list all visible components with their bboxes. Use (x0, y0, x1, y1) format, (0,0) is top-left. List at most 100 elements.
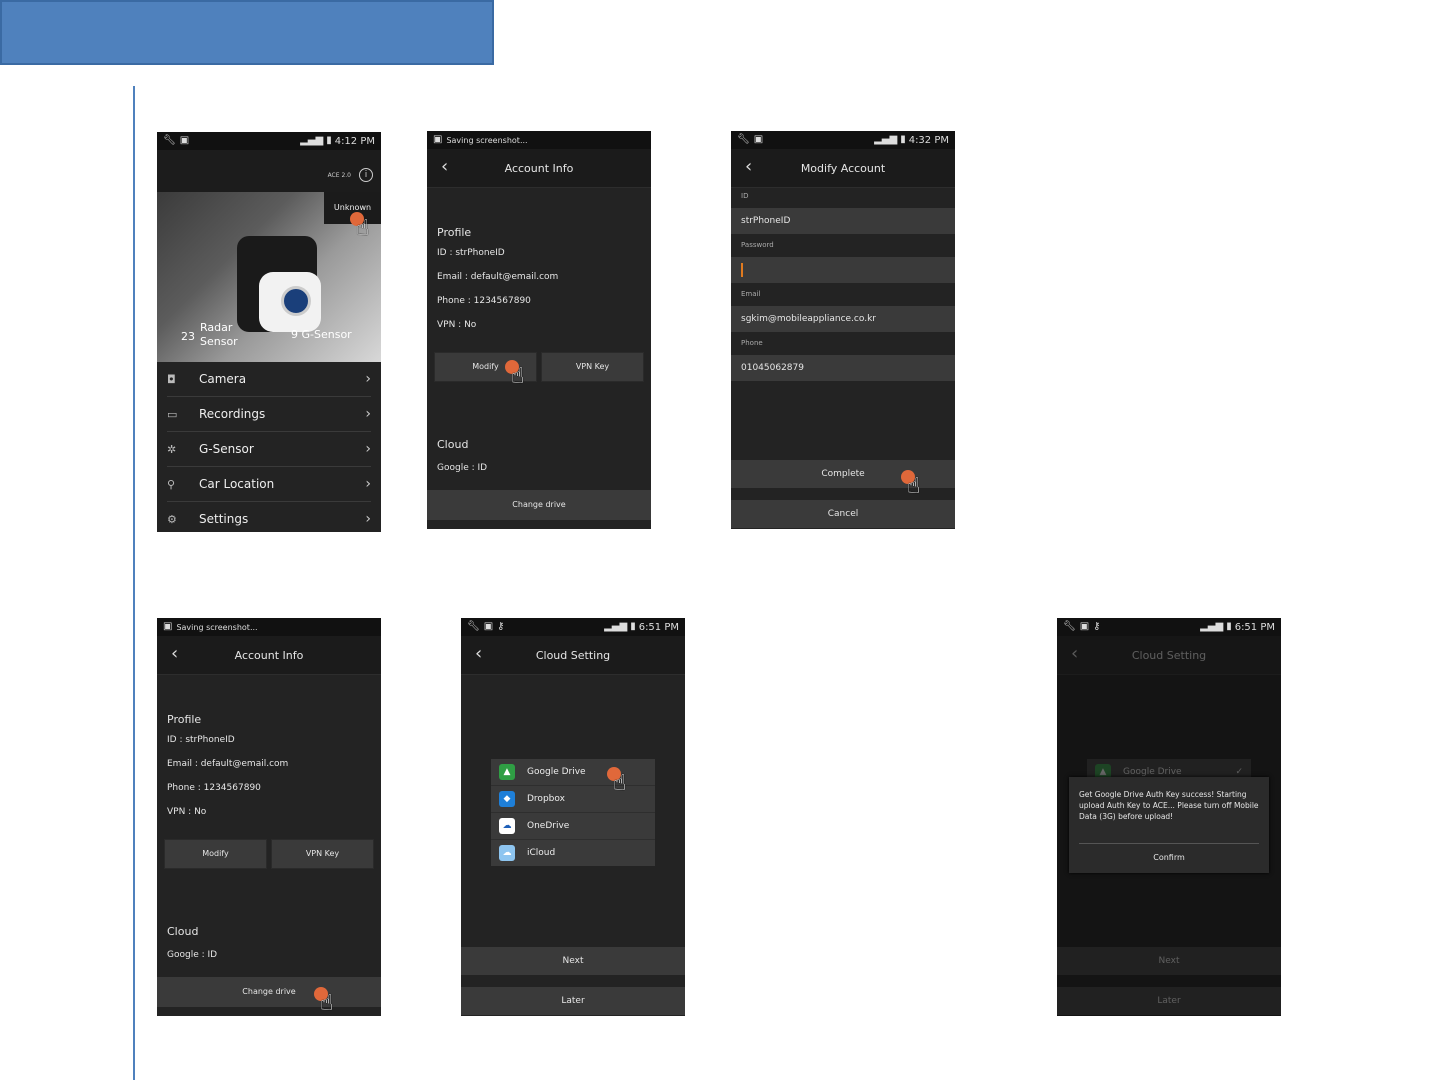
change-drive-button[interactable]: Change drive (157, 977, 381, 1007)
account-content: Profile ID : strPhoneID Email : default@… (427, 188, 651, 529)
dashcam-hero-image: Unknown 23 Radar Sensor 9 G-Sensor ☝ (157, 192, 381, 362)
vertical-rule (133, 86, 135, 1080)
cloud-heading: Cloud (167, 925, 199, 938)
phone-home-screen: 🔧︎ ▣ ▂▄▆ ▮ 4:12 PM ACE 2.0 i Unknown 23 Rad… (157, 132, 381, 532)
email-field[interactable]: sgkim@mobileappliance.co.kr (731, 306, 955, 332)
chevron-right-icon: › (365, 406, 371, 422)
onedrive-icon: ☁ (499, 818, 515, 834)
status-bar: 🔧︎ ▣ ⚷ ▂▄▆ ▮ 6:51 PM (461, 618, 685, 636)
cloud-option-label: Google Drive (1123, 767, 1182, 777)
back-arrow-icon[interactable]: ‹ (745, 158, 752, 176)
cloud-option-label: OneDrive (527, 821, 570, 831)
back-arrow-icon[interactable]: ‹ (475, 645, 482, 663)
image-icon: ▣ (483, 621, 494, 632)
next-button[interactable]: Next (461, 947, 685, 975)
cloud-google: Google : ID (167, 950, 218, 960)
menu-item-gsensor[interactable]: ✲ G-Sensor › (167, 432, 371, 467)
id-label: ID (741, 192, 749, 200)
cloud-content: ▲ Google Drive ✓ Get Google Drive Auth Key… (1057, 675, 1281, 1016)
check-icon: ✓ (1235, 767, 1243, 777)
phone-cloud-setting: 🔧︎ ▣ ⚷ ▂▄▆ ▮ 6:51 PM ‹ Cloud Setting ▲ Google… (461, 618, 685, 1016)
recordings-icon: ▭ (167, 407, 178, 421)
menu-item-car-location[interactable]: ⚲ Car Location › (167, 467, 371, 502)
profile-phone: Phone : 1234567890 (167, 783, 261, 793)
radar-label: Radar Sensor (200, 321, 238, 348)
signal-icon: ▂▄▆ (300, 135, 324, 146)
tap-indicator-icon: ☝ (505, 360, 531, 390)
camera-icon: ◘ (167, 372, 176, 386)
key-icon: ⚷ (1093, 621, 1101, 632)
cloud-option-label: Dropbox (527, 794, 565, 804)
cancel-button[interactable]: Cancel (731, 500, 955, 528)
battery-icon: ▮ (900, 134, 906, 145)
modify-button[interactable]: Modify (164, 839, 267, 869)
tap-indicator-icon: ☝ (350, 212, 376, 242)
key-icon: ⚷ (497, 621, 505, 632)
password-field[interactable] (731, 257, 955, 283)
password-label: Password (741, 241, 774, 249)
later-button[interactable]: Later (461, 987, 685, 1015)
google-drive-icon: ▲ (499, 764, 515, 780)
status-text: Saving screenshot... (176, 622, 258, 632)
back-arrow-icon[interactable]: ‹ (171, 645, 178, 663)
status-text: Saving screenshot... (446, 135, 528, 145)
menu-item-recordings[interactable]: ▭ Recordings › (167, 397, 371, 432)
status-bar: ▣ Saving screenshot... (157, 618, 381, 636)
wrench-icon: 🔧︎ (737, 134, 750, 145)
profile-vpn: VPN : No (167, 807, 207, 817)
signal-icon: ▂▄▆ (604, 621, 628, 632)
phone-modify-account: 🔧︎ ▣ ▂▄▆ ▮ 4:32 PM ‹ Modify Account ID strP… (731, 131, 955, 529)
menu-item-settings[interactable]: ⚙ Settings › (167, 502, 371, 532)
dialog-message: Get Google Drive Auth Key success! Start… (1079, 790, 1259, 821)
title-bar: ‹ Cloud Setting (1057, 636, 1281, 675)
back-arrow-icon[interactable]: ‹ (441, 158, 448, 176)
profile-id: ID : strPhoneID (167, 735, 235, 745)
wrench-icon: 🔧︎ (467, 621, 480, 632)
phone-field[interactable]: 01045062879 (731, 355, 955, 381)
next-button: Next (1057, 947, 1281, 975)
back-arrow-icon: ‹ (1071, 643, 1079, 664)
confirm-button[interactable]: Confirm (1069, 853, 1269, 862)
email-label: Email (741, 290, 761, 298)
vpn-key-button[interactable]: VPN Key (271, 839, 374, 869)
image-icon: ▣ (179, 135, 190, 146)
cloud-option-label: Google Drive (527, 767, 586, 777)
chevron-right-icon: › (365, 511, 371, 527)
icloud-icon: ☁ (499, 845, 515, 861)
title-bar: ‹ Account Info (427, 149, 651, 188)
title-bar: ‹ Cloud Setting (461, 636, 685, 675)
phone-cloud-setting-dialog: 🔧︎ ▣ ⚷ ▂▄▆ ▮ 6:51 PM ‹ Cloud Setting ▲ Google… (1057, 618, 1281, 1016)
dashcam-lens (281, 286, 311, 316)
info-icon[interactable]: i (359, 168, 373, 182)
chevron-right-icon: › (365, 371, 371, 387)
cloud-heading: Cloud (437, 438, 469, 451)
dialog-divider (1079, 843, 1259, 844)
status-bar: ▣ Saving screenshot... (427, 131, 651, 149)
status-time: 4:32 PM (908, 134, 949, 146)
image-icon: ▣ (1079, 621, 1090, 632)
cloud-option-label: iCloud (527, 848, 556, 858)
home-menu: ◘ Camera › ▭ Recordings › ✲ G-Sensor › ⚲ Car Lo… (157, 362, 381, 532)
battery-icon: ▮ (630, 621, 636, 632)
cloud-content: ▲ Google Drive ◆ Dropbox ☁ OneDrive ☁ iCloud… (461, 675, 685, 1016)
page-title: Account Info (234, 648, 304, 662)
cloud-option-onedrive[interactable]: ☁ OneDrive (491, 813, 655, 840)
change-drive-button[interactable]: Change drive (427, 490, 651, 520)
radar-count: 23 (181, 330, 195, 343)
page-title: Cloud Setting (1131, 648, 1207, 662)
dropbox-icon: ◆ (499, 791, 515, 807)
modify-form: ID strPhoneID Password Email sgkim@mobil… (731, 188, 955, 529)
menu-item-camera[interactable]: ◘ Camera › (167, 362, 371, 397)
status-bar: 🔧︎ ▣ ▂▄▆ ▮ 4:32 PM (731, 131, 955, 149)
image-icon: ▣ (753, 134, 764, 145)
id-field[interactable]: strPhoneID (731, 208, 955, 234)
vpn-key-button[interactable]: VPN Key (541, 352, 644, 382)
tap-indicator-icon: ☝ (901, 470, 927, 500)
wrench-icon: 🔧︎ (163, 135, 176, 146)
later-button: Later (1057, 987, 1281, 1015)
tap-indicator-icon: ☝ (607, 767, 633, 797)
battery-icon: ▮ (326, 135, 332, 146)
chevron-right-icon: › (365, 476, 371, 492)
cloud-option-icloud[interactable]: ☁ iCloud (491, 840, 655, 866)
battery-icon: ▮ (1226, 621, 1232, 632)
